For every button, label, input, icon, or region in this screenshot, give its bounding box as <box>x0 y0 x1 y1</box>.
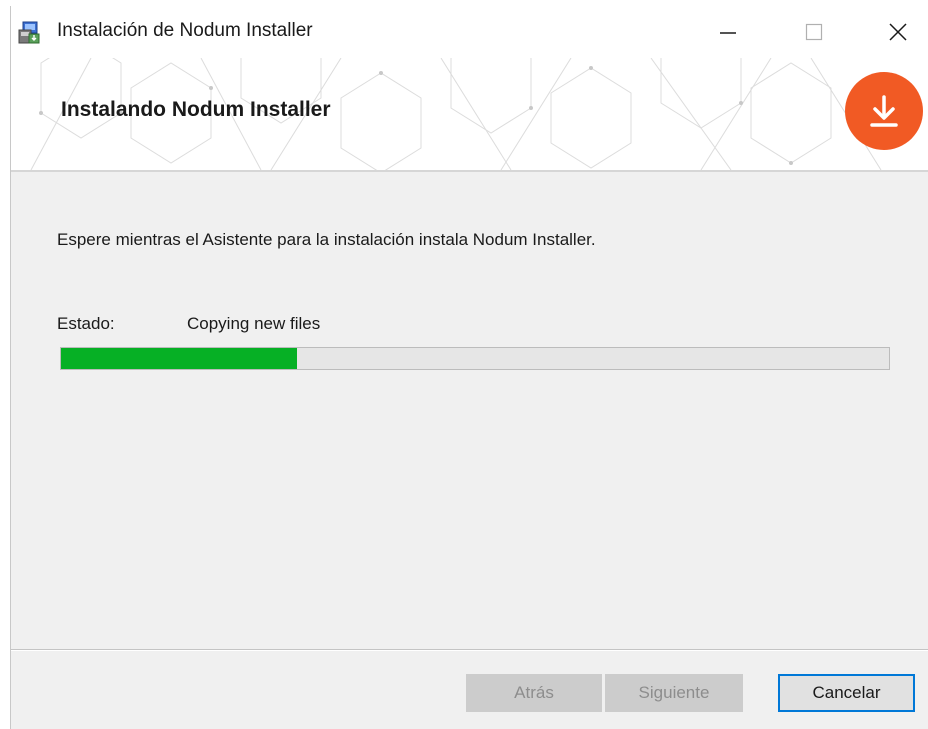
window-title: Instalación de Nodum Installer <box>57 20 313 41</box>
installer-app-icon <box>18 21 40 44</box>
title-bar[interactable]: Instalación de Nodum Installer <box>11 6 928 58</box>
wizard-header: Instalando Nodum Installer <box>11 58 928 172</box>
download-logo <box>845 72 923 150</box>
next-button[interactable]: Siguiente <box>605 674 743 712</box>
maximize-button[interactable] <box>791 6 837 58</box>
close-button[interactable] <box>875 6 921 58</box>
download-arrow-icon <box>870 95 898 127</box>
close-icon <box>889 23 907 41</box>
cancel-button[interactable]: Cancelar <box>778 674 915 712</box>
header-title: Instalando Nodum Installer <box>61 98 331 121</box>
progress-bar <box>60 347 890 370</box>
minimize-button[interactable] <box>705 6 751 58</box>
status-label: Estado: <box>57 314 115 333</box>
progress-bar-fill <box>61 348 297 369</box>
status-value: Copying new files <box>187 314 321 333</box>
minimize-icon <box>720 32 736 34</box>
installer-window: Instalación de Nodum Installer Instaland… <box>10 6 928 729</box>
back-button[interactable]: Atrás <box>466 674 602 712</box>
install-message: Espere mientras el Asistente para la ins… <box>57 230 596 249</box>
maximize-icon <box>805 23 823 41</box>
footer-divider <box>11 649 928 651</box>
